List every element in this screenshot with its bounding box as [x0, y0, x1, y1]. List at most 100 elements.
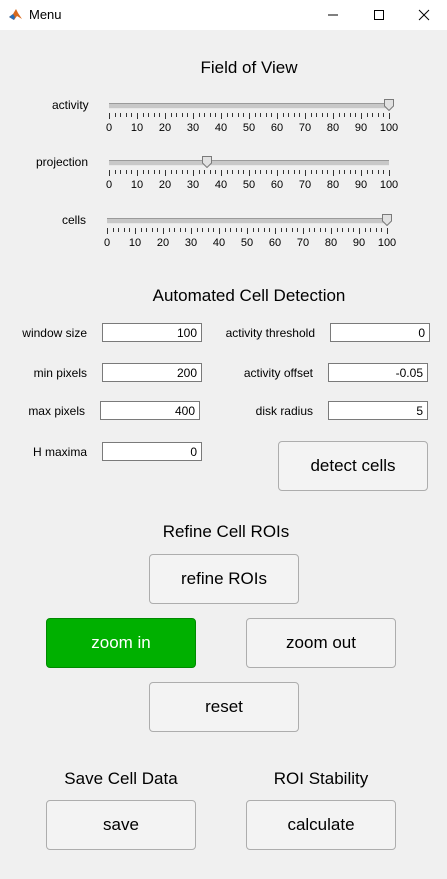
slider-tick [308, 228, 310, 232]
slider-tick [359, 228, 360, 234]
slider-tick [187, 170, 189, 174]
slider-tick [389, 113, 390, 119]
slider-tick [176, 113, 178, 117]
slider-tick [148, 170, 150, 174]
slider-tick [198, 113, 200, 117]
slider-tick [157, 228, 159, 232]
slider-tick [226, 170, 228, 174]
slider-tick [232, 170, 234, 174]
activity-offset-label: activity offset [243, 366, 313, 380]
cells-slider[interactable]: 0 10 20 30 40 50 60 70 80 90 100 [104, 214, 396, 255]
slider-tick [349, 170, 351, 174]
slider-track[interactable] [107, 218, 387, 224]
slider-tick [277, 113, 278, 119]
minimize-button[interactable] [310, 0, 356, 30]
slider-tick [114, 170, 116, 174]
slider-tick [235, 228, 237, 232]
slider-thumb[interactable] [382, 214, 392, 226]
slider-tick [125, 170, 127, 174]
matlab-icon [8, 7, 23, 22]
slider-tick [215, 113, 217, 117]
slider-tick [112, 228, 114, 232]
slider-tick-label: 60 [268, 237, 282, 249]
slider-tick [316, 113, 318, 117]
close-button[interactable] [401, 0, 447, 30]
slider-tick [120, 113, 122, 117]
projection-slider-label: projection [36, 155, 89, 169]
slider-thumb[interactable] [202, 156, 212, 168]
slider-tick [125, 113, 127, 117]
projection-slider[interactable]: 0 10 20 30 40 50 60 70 80 90 100 [106, 156, 398, 197]
slider-tick [249, 170, 250, 176]
slider-tick [381, 228, 383, 232]
slider-tick [209, 113, 211, 117]
slider-track[interactable] [109, 103, 389, 109]
slider-tick [174, 228, 176, 232]
slider-tick [135, 228, 136, 234]
slider-tick [196, 228, 198, 232]
slider-tick [114, 113, 116, 117]
slider-tick [389, 170, 390, 176]
slider-tick [254, 170, 256, 174]
slider-tick [153, 113, 155, 117]
reset-button[interactable]: reset [149, 682, 299, 732]
slider-tick-label: 80 [326, 179, 340, 191]
slider-tick [288, 170, 290, 174]
slider-tick-label: 10 [128, 237, 142, 249]
detect-cells-button[interactable]: detect cells [278, 441, 428, 491]
h-maxima-field[interactable] [102, 442, 202, 461]
activity-offset-field[interactable] [328, 363, 428, 382]
slider-tick-label: 40 [214, 122, 228, 134]
slider-tick [181, 113, 183, 117]
close-icon [418, 9, 430, 21]
slider-tick [366, 170, 368, 174]
roi-stability-title: ROI Stability [273, 769, 369, 788]
zoom-out-button[interactable]: zoom out [246, 618, 396, 668]
slider-tick [151, 228, 153, 232]
slider-tick [120, 170, 122, 174]
activity-slider[interactable]: 0 10 20 30 40 50 60 70 80 90 100 [106, 99, 398, 140]
maximize-button[interactable] [356, 0, 402, 30]
disk-radius-field[interactable] [328, 401, 428, 420]
slider-tick-label: 90 [354, 179, 368, 191]
zoom-in-button[interactable]: zoom in [46, 618, 196, 668]
calculate-button[interactable]: calculate [246, 800, 396, 850]
slider-track[interactable] [109, 160, 389, 166]
slider-tick [215, 170, 217, 174]
slider-tick-label: 90 [352, 237, 366, 249]
slider-tick [249, 113, 250, 119]
slider-tick [176, 170, 178, 174]
slider-tick [293, 170, 295, 174]
slider-tick [305, 113, 306, 119]
slider-tick [299, 113, 301, 117]
slider-thumb[interactable] [384, 99, 394, 111]
slider-tick [221, 113, 222, 119]
activity-threshold-field[interactable] [330, 323, 430, 342]
save-cell-data-title: Save Cell Data [64, 769, 178, 788]
slider-tick [179, 228, 181, 232]
window-size-field[interactable] [102, 323, 202, 342]
refine-rois-title: Refine Cell ROIs [162, 522, 290, 541]
slider-tick [131, 113, 133, 117]
save-button[interactable]: save [46, 800, 196, 850]
slider-tick [347, 228, 349, 232]
slider-tick [198, 170, 200, 174]
slider-tick [153, 170, 155, 174]
slider-tick [293, 113, 295, 117]
max-pixels-field[interactable] [100, 401, 200, 420]
window-size-label: window size [22, 326, 87, 340]
slider-tick [213, 228, 215, 232]
slider-tick-label: 100 [379, 122, 399, 134]
slider-tick [282, 113, 284, 117]
refine-rois-button[interactable]: refine ROIs [149, 554, 299, 604]
min-pixels-field[interactable] [102, 363, 202, 382]
slider-tick [370, 228, 372, 232]
slider-tick [303, 228, 304, 234]
slider-tick [163, 228, 164, 234]
cell-detection-title: Automated Cell Detection [152, 286, 346, 305]
slider-tick [269, 228, 271, 232]
slider-tick [366, 113, 368, 117]
field-of-view-title: Field of View [200, 58, 298, 77]
slider-tick [342, 228, 344, 232]
slider-tick [286, 228, 288, 232]
